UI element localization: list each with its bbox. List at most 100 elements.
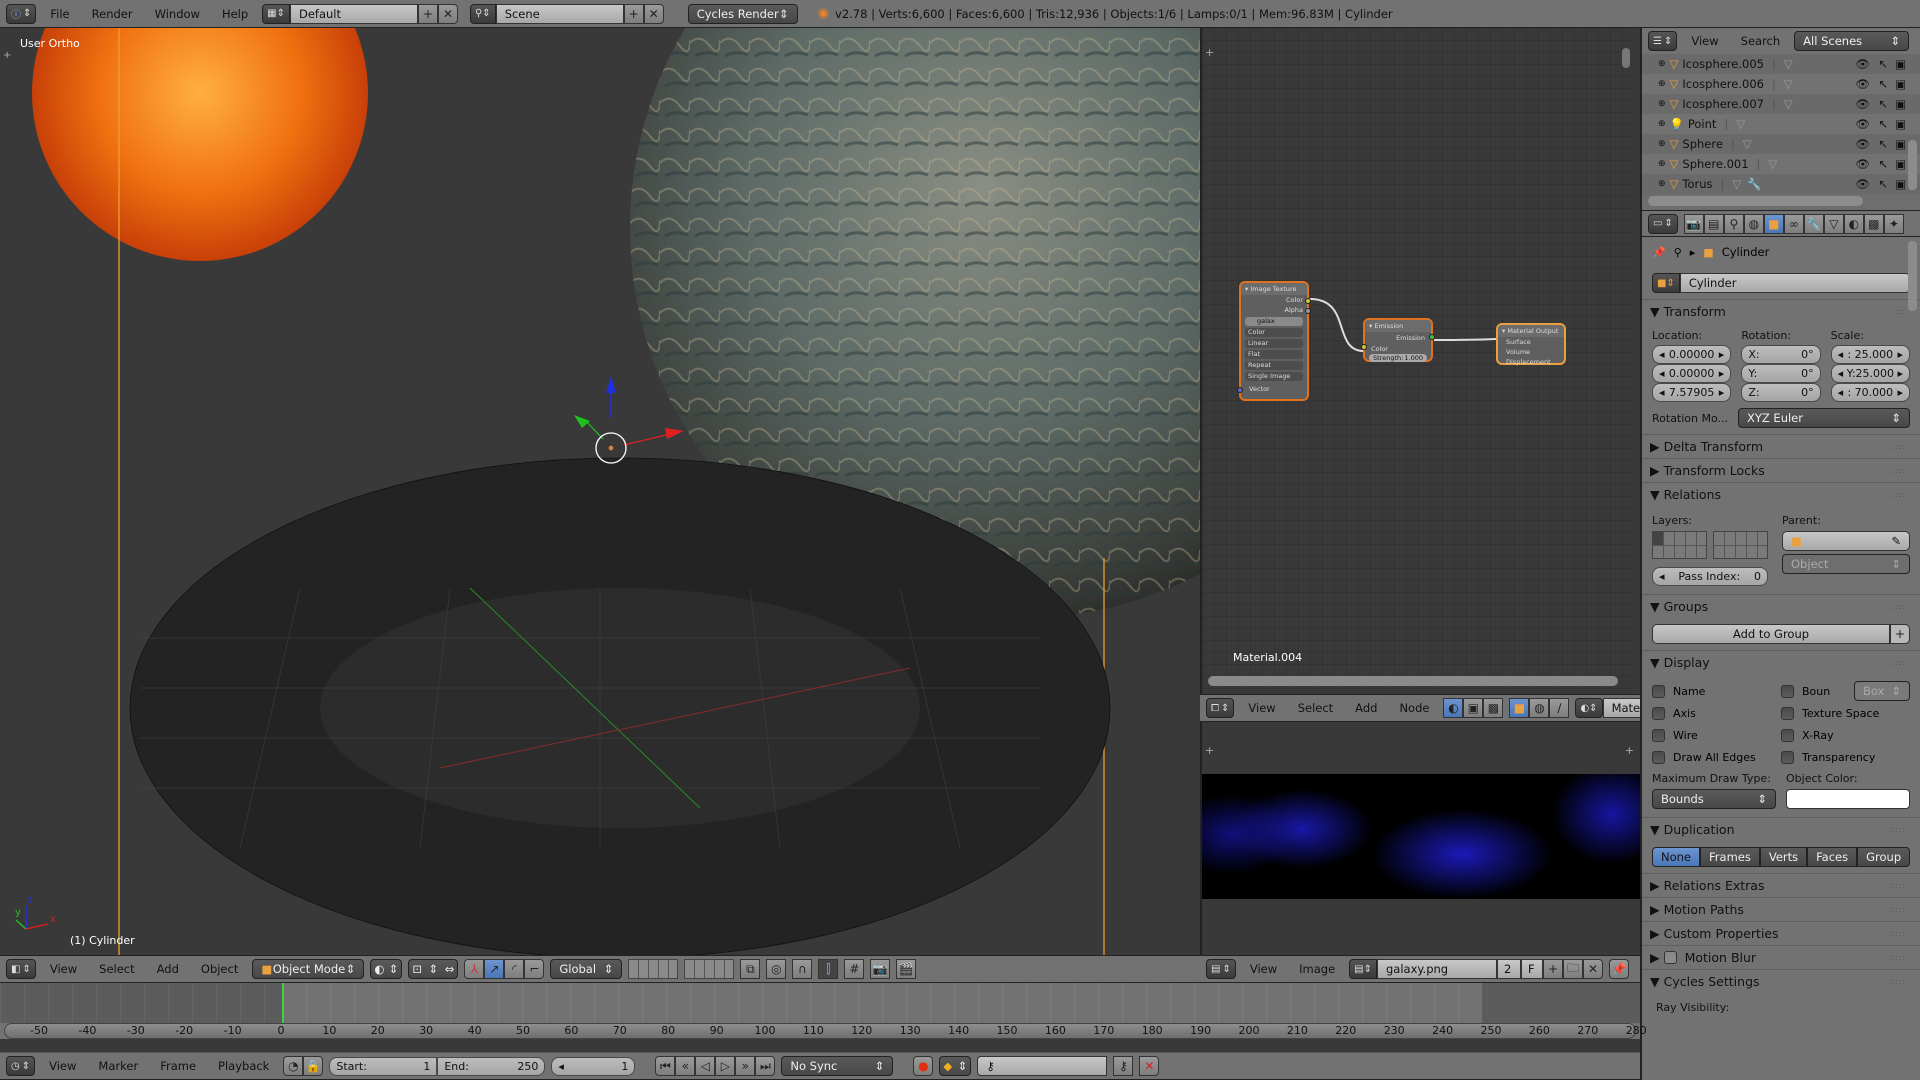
- screen-layout-field[interactable]: Default: [289, 3, 418, 24]
- section-transform-locks[interactable]: ▶ Transform Locks::::: [1642, 458, 1920, 482]
- toolshelf-expand-icon[interactable]: +: [3, 50, 11, 61]
- visibility-eye-icon[interactable]: 👁: [1855, 97, 1870, 111]
- mesh-data-icon[interactable]: ▽: [1784, 57, 1793, 71]
- menu-help[interactable]: Help: [214, 7, 256, 21]
- node-header[interactable]: ▾ Emission: [1365, 320, 1431, 332]
- location-x-field[interactable]: ◂ 0.00000 ▸: [1652, 345, 1732, 364]
- scale-manipulator-icon[interactable]: ⌐: [524, 959, 545, 979]
- max-draw-type-dropdown[interactable]: Bounds ⇕: [1652, 789, 1776, 809]
- check-draw-all-edges[interactable]: Draw All Edges: [1652, 746, 1781, 768]
- mode-dropdown[interactable]: ■ Object Mode ⇕: [252, 959, 365, 979]
- toolshelf-expand-icon[interactable]: +: [1205, 46, 1214, 59]
- section-delta-transform[interactable]: ▶ Delta Transform::::: [1642, 434, 1920, 458]
- object-tab-icon[interactable]: ■: [1763, 213, 1784, 234]
- outliner-item-name[interactable]: Sphere: [1682, 137, 1723, 151]
- expand-icon[interactable]: ⊕: [1658, 119, 1666, 129]
- expand-icon[interactable]: ⊕: [1658, 79, 1666, 89]
- menu-select[interactable]: Select: [91, 962, 142, 976]
- object-shader-icon[interactable]: ■: [1509, 698, 1530, 718]
- eyedropper-icon[interactable]: ✎: [1891, 534, 1901, 548]
- check-bounds[interactable]: Boun Box ⇕: [1781, 680, 1910, 702]
- object-color-swatch[interactable]: [1786, 789, 1910, 809]
- check-texture-space[interactable]: Texture Space: [1781, 702, 1910, 724]
- render-opengl-icon[interactable]: 📷: [870, 959, 891, 979]
- visibility-eye-icon[interactable]: 👁: [1855, 117, 1870, 131]
- image-name-field[interactable]: galaxy.png: [1377, 959, 1497, 979]
- bounds-type-dropdown[interactable]: Box ⇕: [1854, 681, 1910, 701]
- outliner-item-name[interactable]: Icosphere.006: [1682, 77, 1764, 91]
- extension-dropdown[interactable]: Repeat: [1245, 361, 1303, 370]
- layer-buttons-2[interactable]: [684, 959, 735, 979]
- menu-node[interactable]: Node: [1391, 701, 1437, 715]
- pin-image-icon[interactable]: 📌: [1609, 959, 1629, 979]
- section-cycles-settings[interactable]: ▼ Cycles Settings::::: [1642, 969, 1920, 993]
- section-groups[interactable]: ▼ Groups::::: [1642, 594, 1920, 618]
- node-header[interactable]: ▾ Material Output: [1498, 325, 1564, 337]
- timeline-ruler[interactable]: -50 -40 -30 -20 -10 0 10 20 30 40 50 60 70 80 90 100 110…: [4, 1023, 1647, 1039]
- projection-dropdown[interactable]: Flat: [1245, 350, 1303, 359]
- check-transparency[interactable]: Transparency: [1781, 746, 1910, 768]
- expand-icon[interactable]: ⊕: [1658, 139, 1666, 149]
- parent-type-dropdown[interactable]: Object ⇕: [1782, 554, 1910, 574]
- rotation-mode-dropdown[interactable]: XYZ Euler ⇕: [1738, 408, 1910, 428]
- menu-frame[interactable]: Frame: [152, 1059, 204, 1073]
- renderable-camera-icon[interactable]: ▣: [1895, 137, 1906, 151]
- menu-playback[interactable]: Playback: [210, 1059, 277, 1073]
- add-screen-icon[interactable]: +: [417, 3, 438, 24]
- editor-type-properties[interactable]: ▭ ⇕: [1648, 213, 1678, 234]
- render-layers-tab-icon[interactable]: ▤: [1703, 213, 1724, 234]
- outliner-hscrollbar[interactable]: [1648, 196, 1863, 206]
- jump-keyframe-forward-icon[interactable]: »: [735, 1056, 756, 1076]
- visibility-eye-icon[interactable]: 👁: [1855, 57, 1870, 71]
- render-animation-icon[interactable]: 🎬: [896, 959, 917, 979]
- snap-magnet-icon[interactable]: ∩: [792, 959, 813, 979]
- material-name-field[interactable]: Material.004: [1602, 698, 1640, 718]
- editor-type-timeline[interactable]: ◷ ⇕: [6, 1056, 36, 1076]
- outliner-item[interactable]: ⊕ ▽ Sphere.001 | ▽ 👁 ↖ ▣: [1642, 154, 1920, 174]
- jump-keyframe-back-icon[interactable]: «: [675, 1056, 696, 1076]
- rotate-manipulator-icon[interactable]: ◜: [504, 959, 525, 979]
- z-arrow-icon[interactable]: [606, 376, 616, 393]
- section-motion-paths[interactable]: ▶ Motion Paths::::: [1642, 897, 1920, 921]
- section-custom-properties[interactable]: ▶ Custom Properties::::: [1642, 921, 1920, 945]
- wrench-icon[interactable]: 🔧: [1747, 177, 1761, 191]
- layer-buttons[interactable]: [628, 959, 679, 979]
- color-space-dropdown[interactable]: Color: [1245, 328, 1303, 337]
- open-image-icon[interactable]: 🗀: [1563, 959, 1583, 979]
- section-motion-blur[interactable]: ▶ Motion Blur::::: [1642, 945, 1920, 969]
- rotation-x-field[interactable]: X: 0°: [1741, 345, 1821, 364]
- selectable-cursor-icon[interactable]: ↖: [1878, 177, 1888, 191]
- check-wire[interactable]: Wire: [1652, 724, 1781, 746]
- menu-image[interactable]: Image: [1291, 962, 1343, 976]
- texture-nodes-icon[interactable]: ▩: [1483, 698, 1504, 718]
- pass-index-field[interactable]: ◂ Pass Index: 0: [1652, 567, 1768, 586]
- outliner-item-name[interactable]: Torus: [1682, 177, 1712, 191]
- mesh-data-icon[interactable]: ▽: [1732, 177, 1741, 191]
- orientation-dropdown[interactable]: Global ⇕: [550, 959, 623, 979]
- sync-dropdown[interactable]: No Sync ⇕: [781, 1056, 894, 1076]
- y-arrow-icon[interactable]: [574, 415, 590, 428]
- material-tab-icon[interactable]: ◐: [1843, 213, 1864, 234]
- selectable-cursor-icon[interactable]: ↖: [1878, 137, 1888, 151]
- timeline[interactable]: -50 -40 -30 -20 -10 0 10 20 30 40 50 60 70 80 90 100 110…: [0, 983, 1647, 1039]
- location-z-field[interactable]: ◂ 7.57905 ▸: [1652, 383, 1732, 402]
- selectable-cursor-icon[interactable]: ↖: [1878, 117, 1888, 131]
- unlink-image-icon[interactable]: ✕: [1583, 959, 1603, 979]
- renderable-camera-icon[interactable]: ▣: [1895, 117, 1906, 131]
- mesh-data-icon[interactable]: ▽: [1768, 157, 1777, 171]
- keying-set-field[interactable]: ⚷: [977, 1056, 1108, 1076]
- visibility-eye-icon[interactable]: 👁: [1855, 177, 1870, 191]
- selectable-cursor-icon[interactable]: ↖: [1878, 57, 1888, 71]
- menu-view[interactable]: View: [42, 962, 85, 976]
- menu-search[interactable]: Search: [1733, 34, 1789, 48]
- socket-emission-out[interactable]: [1429, 334, 1435, 340]
- editor-type-info[interactable]: ⓘ ⇕: [6, 3, 37, 24]
- editor-type-3dview[interactable]: ◧ ⇕: [6, 959, 36, 979]
- pivot-dropdown[interactable]: ⊡ ⇕ ⇔: [408, 959, 459, 979]
- shading-dropdown[interactable]: ◐ ⇕: [370, 959, 403, 979]
- scale-x-field[interactable]: ◂: 25.000 ▸: [1830, 345, 1910, 364]
- editor-type-image[interactable]: ▤ ⇕: [1206, 959, 1236, 979]
- scale-z-field[interactable]: ◂: 70.000 ▸: [1830, 383, 1910, 402]
- data-tab-icon[interactable]: ▽: [1823, 213, 1844, 234]
- pin-icon[interactable]: 📌: [1652, 246, 1666, 259]
